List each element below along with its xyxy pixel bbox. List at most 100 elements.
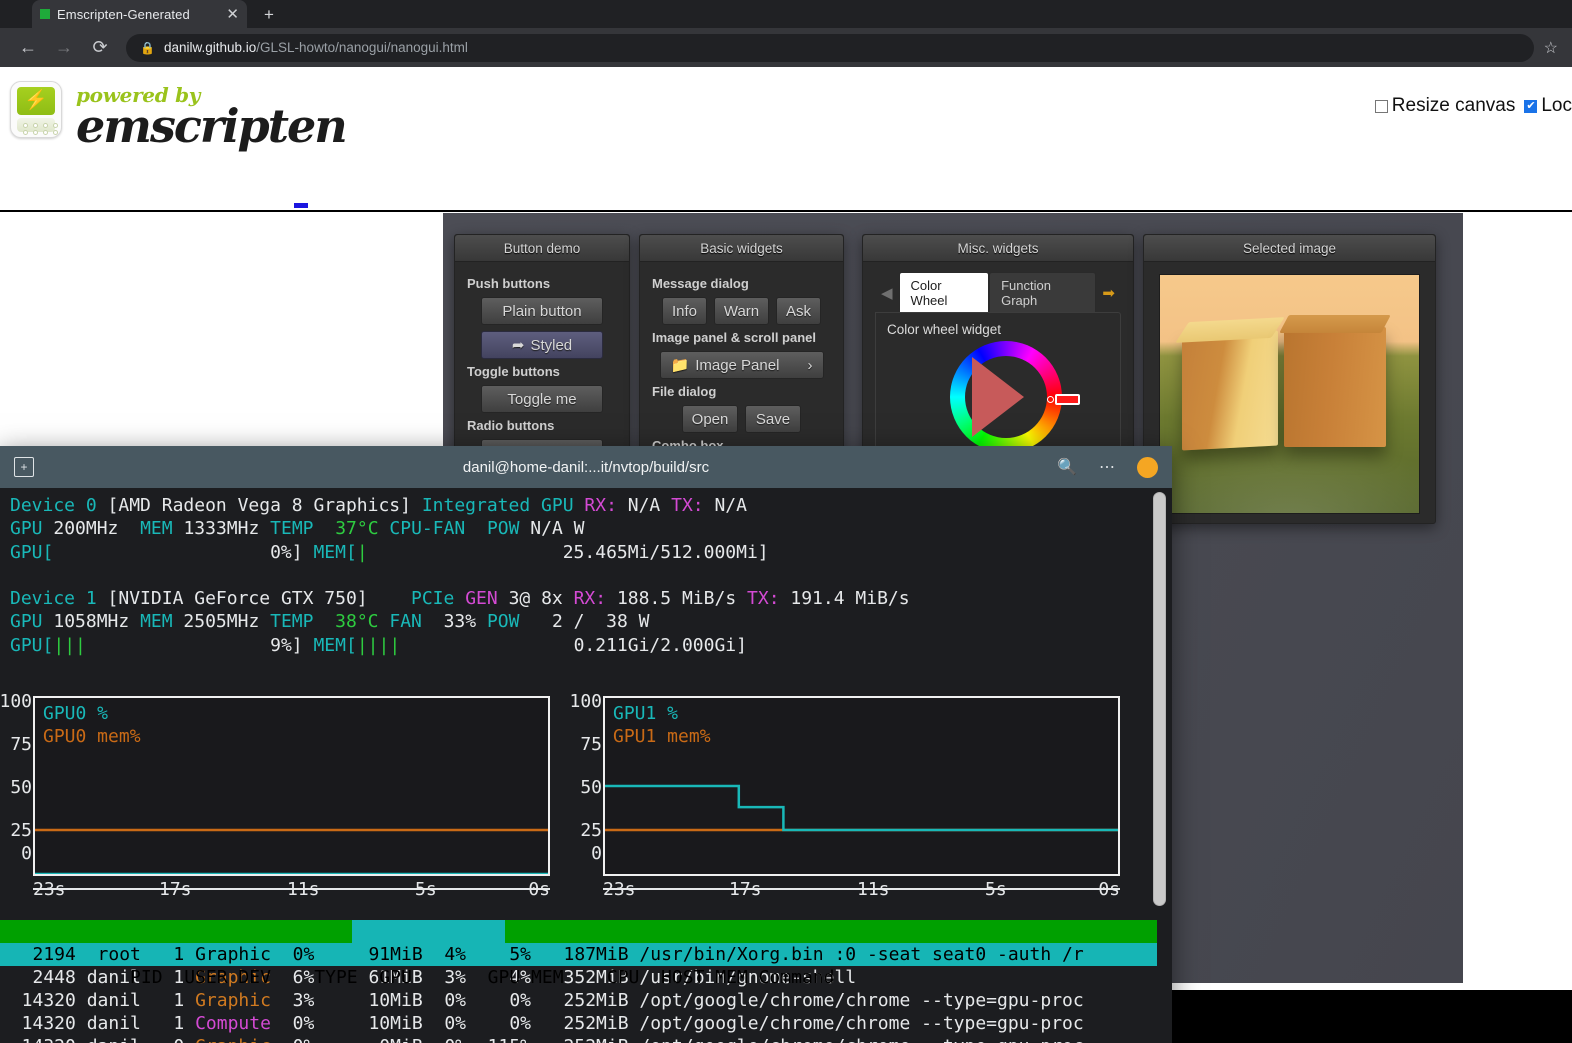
browser-toolbar: ← → ⟳ 🔒 danilw.github.io/GLSL-howto/nano… bbox=[0, 28, 1572, 67]
resize-canvas-checkbox[interactable]: Resize canvas bbox=[1374, 95, 1515, 117]
xtick: 17s bbox=[729, 879, 762, 900]
new-terminal-tab-icon[interactable]: + bbox=[14, 457, 34, 477]
tab-color-wheel[interactable]: Color Wheel bbox=[898, 272, 990, 313]
chart-gpu1-xaxis: 23s 17s 11s 5s 0s bbox=[603, 878, 1120, 904]
browser-tab-strip: Emscripten-Generated ✕ + bbox=[0, 0, 1572, 28]
process-table-body: 2194 root 1 Graphic 0% 91MiB 4% 5% 187Mi… bbox=[0, 943, 1157, 1043]
styled-button-label: Styled bbox=[530, 336, 573, 354]
ytick: 75 bbox=[580, 734, 602, 755]
process-table-header[interactable]: PID USER DEV TYPE GPU GPU MEM CPU HOST M… bbox=[0, 920, 1157, 988]
reload-button[interactable]: ⟳ bbox=[82, 33, 118, 63]
url-host: danilw.github.io bbox=[163, 40, 257, 55]
color-wheel-marker[interactable] bbox=[1047, 396, 1054, 403]
browser-tab[interactable]: Emscripten-Generated ✕ bbox=[32, 0, 247, 28]
lock-pointer-label: Loc bbox=[1541, 95, 1572, 116]
styled-button[interactable]: ➦ Styled bbox=[481, 331, 603, 359]
plain-button[interactable]: Plain button bbox=[481, 297, 603, 325]
tab-function-graph[interactable]: Function Graph bbox=[989, 272, 1097, 313]
tab-bar: ◀ Color Wheel Function Graph ➡ bbox=[875, 272, 1121, 313]
device0-stats: GPU 200MHz MEM 1333MHz TEMP 37°C CPU-FAN… bbox=[10, 518, 585, 540]
image-panel-button[interactable]: 📁 Image Panel › bbox=[659, 351, 824, 379]
overflow-menu-icon[interactable]: ⋯ bbox=[1099, 457, 1115, 477]
terminal-window[interactable]: + danil@home-danil:...it/nvtop/build/src… bbox=[0, 446, 1172, 1043]
ytick: 100 bbox=[0, 691, 32, 712]
xtick: 11s bbox=[857, 879, 890, 900]
window-controls-dot[interactable] bbox=[1137, 456, 1158, 478]
window-title: Button demo bbox=[455, 235, 629, 262]
chevron-right-icon: › bbox=[807, 356, 813, 374]
chart-gpu0-xaxis: 23s 17s 11s 5s 0s bbox=[33, 878, 550, 904]
file-dialog-label: File dialog bbox=[652, 384, 717, 399]
window-title: Misc. widgets bbox=[863, 235, 1133, 262]
info-button[interactable]: Info bbox=[662, 297, 707, 325]
color-wheel-handle[interactable] bbox=[1055, 394, 1080, 405]
device1-stats: GPU 1058MHz MEM 2505MHz TEMP 38°C FAN 33… bbox=[10, 611, 650, 633]
chart-gpu0-yaxis: 100 75 50 25 0 bbox=[0, 691, 32, 876]
xtick: 23s bbox=[603, 879, 636, 900]
emscripten-logo-icon: ⚡ bbox=[10, 81, 62, 138]
xtick: 5s bbox=[985, 879, 1007, 900]
gpu-graphs: 100 75 50 25 0 GPU0 % GPU0 mem% 23s 17s … bbox=[0, 691, 1140, 906]
chart-gpu1-plot: GPU1 % GPU1 mem% bbox=[603, 696, 1120, 876]
xtick: 5s bbox=[415, 879, 437, 900]
table-row[interactable]: 2194 root 1 Graphic 0% 91MiB 4% 5% 187Mi… bbox=[0, 943, 1157, 966]
close-icon[interactable]: ✕ bbox=[226, 7, 239, 22]
ytick: 50 bbox=[10, 777, 32, 798]
folder-icon: 📁 bbox=[670, 357, 690, 374]
toggle-me-button[interactable]: Toggle me bbox=[481, 385, 603, 413]
xtick: 17s bbox=[159, 879, 192, 900]
tab-title: Emscripten-Generated bbox=[57, 6, 190, 22]
process-table: PID USER DEV TYPE GPU GPU MEM CPU HOST M… bbox=[0, 920, 1157, 1043]
process-table-header-text: PID USER DEV TYPE GPU GPU MEM CPU HOST M… bbox=[86, 967, 835, 988]
progress-indicator bbox=[294, 203, 308, 208]
table-row[interactable]: 14320 danil 1 Graphic 3% 10MiB 0% 0% 252… bbox=[0, 989, 1157, 1012]
forward-button[interactable]: → bbox=[46, 33, 82, 63]
terminal-output[interactable]: Device 0 [AMD Radeon Vega 8 Graphics] In… bbox=[0, 488, 1172, 1043]
ask-button[interactable]: Ask bbox=[776, 297, 821, 325]
terminal-title-bar[interactable]: + danil@home-danil:...it/nvtop/build/src… bbox=[0, 446, 1172, 488]
legend-gpu0-util: GPU0 % bbox=[43, 703, 109, 724]
xtick: 0s bbox=[1098, 879, 1120, 900]
device1-header: Device 1 [NVIDIA GeForce GTX 750] PCIe G… bbox=[10, 588, 910, 610]
cake-piece-right bbox=[1284, 327, 1386, 447]
emscripten-wordmark: powered by emscripten bbox=[76, 83, 348, 153]
legend-gpu1-util: GPU1 % bbox=[613, 703, 679, 724]
search-icon[interactable]: 🔍 bbox=[1057, 457, 1077, 477]
tab-prev-icon[interactable]: ◀ bbox=[875, 284, 899, 302]
ytick: 100 bbox=[569, 691, 602, 712]
window-title: Basic widgets bbox=[640, 235, 843, 262]
tab-next-icon[interactable]: ➡ bbox=[1096, 284, 1121, 302]
emscripten-text: emscripten bbox=[76, 99, 348, 153]
table-row[interactable]: 14320 danil 0 Graphic 0% 0MiB 0% 115% 25… bbox=[0, 1035, 1157, 1043]
device0-header: Device 0 [AMD Radeon Vega 8 Graphics] In… bbox=[10, 495, 747, 516]
chart-gpu0-plot: GPU0 % GPU0 mem% bbox=[33, 696, 550, 876]
warn-button[interactable]: Warn bbox=[714, 297, 769, 325]
chart-gpu1: 100 75 50 25 0 GPU1 % GPU1 mem% 23s 17s … bbox=[569, 691, 1132, 906]
selected-image-preview bbox=[1159, 274, 1420, 514]
table-row[interactable]: 14320 danil 1 Compute 0% 10MiB 0% 0% 252… bbox=[0, 1012, 1157, 1035]
save-button[interactable]: Save bbox=[745, 405, 801, 433]
lock-pointer-checkbox[interactable]: Loc bbox=[1524, 95, 1572, 117]
ytick: 0 bbox=[21, 843, 32, 864]
terminal-title: danil@home-danil:...it/nvtop/build/src bbox=[462, 458, 710, 476]
window-selected-image[interactable]: Selected image bbox=[1143, 234, 1436, 524]
terminal-scrollbar[interactable] bbox=[1153, 492, 1166, 906]
checkbox-box[interactable] bbox=[1374, 99, 1388, 113]
color-wheel-widget-label: Color wheel widget bbox=[887, 322, 1002, 337]
chart-gpu0: 100 75 50 25 0 GPU0 % GPU0 mem% 23s 17s … bbox=[0, 691, 562, 906]
back-button[interactable]: ← bbox=[10, 33, 46, 63]
address-bar[interactable]: 🔒 danilw.github.io/GLSL-howto/nanogui/na… bbox=[126, 33, 1534, 62]
checkbox-box-checked[interactable] bbox=[1524, 99, 1538, 113]
bookmark-star-icon[interactable]: ☆ bbox=[1544, 38, 1558, 58]
color-triangle[interactable] bbox=[972, 357, 1024, 437]
open-button[interactable]: Open bbox=[682, 405, 738, 433]
ytick: 25 bbox=[580, 820, 602, 841]
new-tab-button[interactable]: + bbox=[258, 4, 280, 26]
image-panel-label: Image panel & scroll panel bbox=[652, 330, 816, 345]
image-panel-label-text: Image Panel bbox=[695, 356, 780, 374]
divider bbox=[0, 210, 1572, 212]
message-dialog-label: Message dialog bbox=[652, 276, 749, 291]
rocket-icon: ➦ bbox=[511, 337, 525, 354]
toggle-buttons-label: Toggle buttons bbox=[467, 364, 560, 379]
legend-gpu1-mem: GPU1 mem% bbox=[613, 726, 711, 747]
